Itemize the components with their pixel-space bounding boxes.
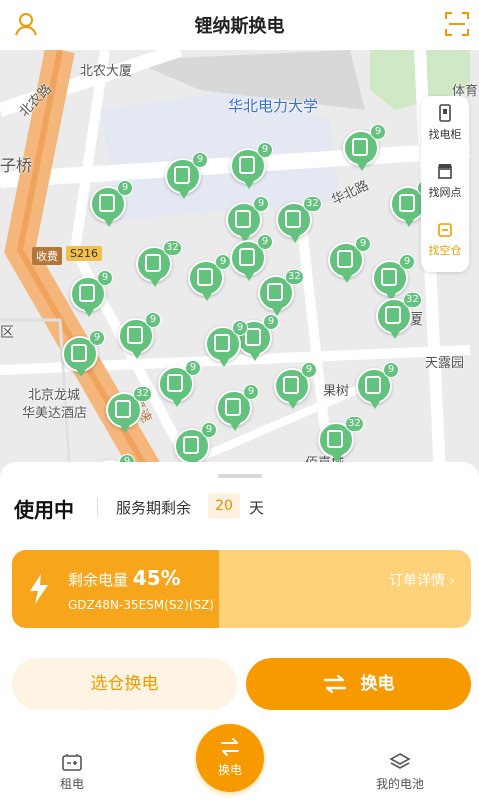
- map-label: 子桥: [0, 156, 33, 175]
- pin-count: 9: [185, 360, 201, 376]
- pin-count: 32: [163, 240, 182, 256]
- battery-icon: [62, 754, 82, 771]
- find-cabinet-label: 找电柜: [428, 128, 462, 141]
- drag-handle[interactable]: [218, 474, 262, 478]
- layers-icon: [389, 753, 411, 769]
- pin-count: 9: [355, 236, 371, 252]
- pin-count: 9: [301, 362, 317, 378]
- page-title: 锂纳斯换电: [194, 16, 285, 37]
- store-icon: [438, 164, 452, 179]
- station-pin[interactable]: 9: [90, 180, 133, 230]
- station-pin[interactable]: 32: [136, 240, 182, 290]
- map-label: 区: [0, 325, 14, 341]
- order-details-link[interactable]: 订单详情 ›: [389, 570, 455, 590]
- pin-count: 9: [97, 270, 113, 286]
- nav-swap-label: 换电: [217, 763, 242, 777]
- station-pin[interactable]: 9: [158, 360, 201, 410]
- service-label: 服务期剩余: [116, 499, 192, 517]
- pin-count: 9: [257, 234, 273, 250]
- scan-icon[interactable]: [443, 10, 471, 38]
- find-empty-slot-button[interactable]: 找空仓: [421, 212, 469, 270]
- station-pin[interactable]: 9: [216, 384, 259, 434]
- pin-count: 9: [243, 384, 259, 400]
- station-pin[interactable]: 9: [205, 320, 248, 370]
- find-store-button[interactable]: 找网点: [421, 154, 469, 212]
- battery-card[interactable]: 剩余电量 45% GDZ48N-35ESM(S2)(SZ) 订单详情 ›: [12, 550, 471, 628]
- nav-swap[interactable]: 换电: [196, 724, 264, 792]
- map-label: 北京龙城: [28, 388, 81, 403]
- pin-count: 9: [383, 362, 399, 378]
- bottom-nav: 租电 换电 我的电池: [0, 724, 479, 812]
- station-pin[interactable]: 9: [343, 124, 386, 174]
- station-pin[interactable]: 9: [188, 254, 231, 304]
- station-pin[interactable]: 32: [106, 386, 152, 436]
- station-pin[interactable]: 32: [376, 292, 422, 342]
- pin-count: 9: [232, 320, 248, 336]
- nav-rent[interactable]: 租电: [52, 752, 92, 792]
- nav-my-battery[interactable]: 我的电池: [370, 752, 430, 792]
- pin-count: 32: [303, 196, 322, 212]
- map-label: 天露园: [425, 356, 465, 371]
- empty-slot-icon: [438, 223, 452, 237]
- app-header: 锂纳斯换电: [0, 0, 479, 50]
- highway-badge: S216: [66, 246, 102, 261]
- find-empty-slot-label: 找空仓: [428, 244, 462, 257]
- find-store-label: 找网点: [428, 186, 462, 199]
- remaining-charge: 剩余电量 45%: [68, 566, 181, 590]
- pin-count: 32: [345, 416, 364, 432]
- station-pin[interactable]: 9: [62, 330, 105, 380]
- pin-count: 9: [215, 254, 231, 270]
- pin-count: 9: [145, 312, 161, 328]
- service-days: 20: [208, 493, 240, 519]
- nav-my-battery-label: 我的电池: [375, 777, 424, 791]
- pin-count: 9: [370, 124, 386, 140]
- pin-count: 32: [403, 292, 422, 308]
- station-pin[interactable]: 9: [328, 236, 371, 286]
- pin-count: 9: [399, 254, 415, 270]
- pin-count: 9: [253, 196, 269, 212]
- station-pin[interactable]: 9: [356, 362, 399, 412]
- map-label: 华美达酒店: [22, 406, 88, 421]
- map-label: 北农大厦: [80, 64, 133, 79]
- toll-badge: 收费: [32, 247, 62, 265]
- pin-count: 32: [285, 269, 304, 285]
- swap-nav-icon: [221, 738, 239, 756]
- find-cabinet-button[interactable]: 找电柜: [421, 96, 469, 154]
- station-pin[interactable]: 9: [118, 312, 161, 362]
- select-slot-swap-button[interactable]: 选仓换电: [12, 658, 237, 710]
- station-pin[interactable]: 32: [258, 269, 304, 319]
- pin-count: 9: [117, 180, 133, 196]
- station-pin[interactable]: 9: [274, 362, 317, 412]
- battery-model: GDZ48N-35ESM(S2)(SZ): [68, 598, 214, 612]
- map-label: 果树: [323, 384, 350, 399]
- swap-battery-button[interactable]: 换电: [246, 658, 471, 710]
- rental-status: 使用中: [14, 498, 74, 522]
- remaining-label: 剩余电量: [68, 571, 129, 589]
- station-pin[interactable]: 32: [276, 196, 322, 246]
- pin-count: 9: [89, 330, 105, 346]
- station-pin[interactable]: 9: [165, 152, 208, 202]
- pin-count: 32: [133, 386, 152, 402]
- pin-count: 9: [263, 314, 279, 330]
- lightning-icon: [30, 574, 48, 604]
- station-map[interactable]: 北农大厦 华北电力大学 北农路 子桥 华北路 收费 S216 区 北京龙城 华美…: [0, 50, 479, 475]
- station-pin[interactable]: 9: [70, 270, 113, 320]
- map-label: 华北电力大学: [228, 97, 319, 115]
- battery-percent: 45%: [132, 566, 181, 590]
- pin-count: 9: [201, 422, 217, 438]
- pin-count: 9: [257, 142, 273, 158]
- station-pin[interactable]: 9: [230, 142, 273, 192]
- map-side-menu: 找电柜 找网点 找空仓: [421, 96, 469, 272]
- rental-panel: 使用中 服务期剩余 20 天 剩余电量 45% GDZ48N-35ESM(S2)…: [0, 462, 479, 812]
- swap-label: 换电: [360, 674, 395, 694]
- pin-count: 9: [192, 152, 208, 168]
- nav-rent-label: 租电: [59, 777, 84, 791]
- battery-cabinet-icon: [439, 104, 451, 122]
- station-pin[interactable]: 32: [318, 416, 364, 466]
- swap-icon: [323, 674, 346, 694]
- divider: [97, 498, 98, 516]
- days-unit: 天: [249, 499, 265, 517]
